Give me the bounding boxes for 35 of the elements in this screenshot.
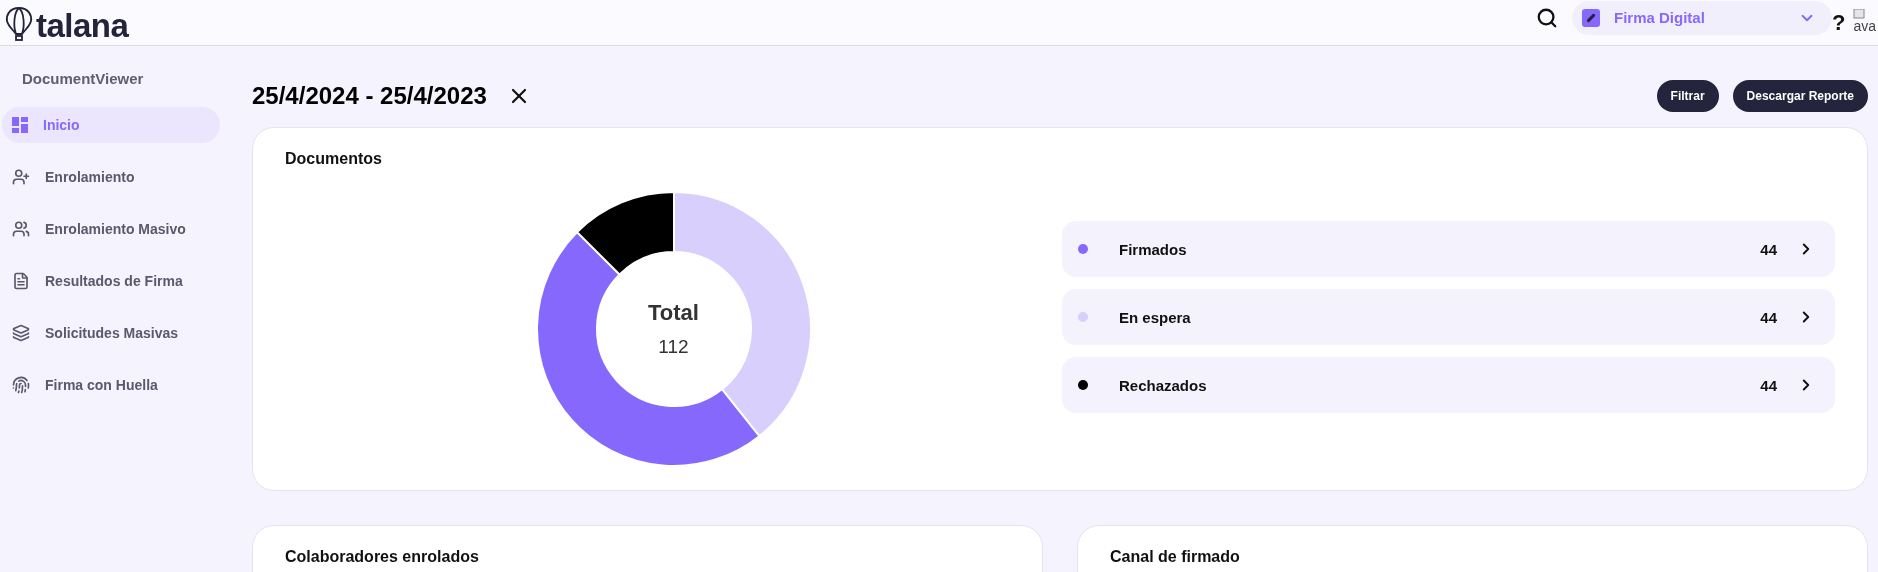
- pen-icon: [1581, 8, 1600, 27]
- sidebar-item[interactable]: Resultados de Firma: [2, 263, 220, 299]
- user-plus-icon: [12, 168, 30, 186]
- legend-count: 44: [1760, 240, 1777, 258]
- logo-text: talana: [36, 9, 129, 42]
- document-icon: [12, 272, 30, 290]
- legend-row[interactable]: Firmados 44: [1062, 221, 1835, 277]
- help-button[interactable]: ?: [1831, 9, 1846, 36]
- filter-button[interactable]: Filtrar: [1656, 80, 1719, 112]
- card-title: Colaboradores enrolados: [285, 548, 480, 566]
- balloon-icon: [4, 6, 34, 42]
- card-title: Documentos: [285, 150, 383, 168]
- legend-count: 44: [1760, 376, 1777, 394]
- total-value: 112: [658, 336, 689, 358]
- card-title: Canal de firmado: [1110, 548, 1241, 566]
- legend-row[interactable]: En espera 44: [1062, 289, 1835, 345]
- talana-logo[interactable]: talana: [4, 3, 129, 42]
- sidebar-item[interactable]: Firma con Huella: [2, 367, 220, 403]
- download-report-button[interactable]: Descargar Reporte: [1732, 80, 1868, 112]
- legend-row[interactable]: Rechazados 44: [1062, 357, 1835, 413]
- legend-label: Firmados: [1119, 240, 1187, 258]
- legend-label: Rechazados: [1119, 376, 1207, 394]
- fingerprint-icon: [12, 376, 30, 394]
- group-icon: [12, 220, 30, 238]
- date-range-title: 25/4/2024 - 25/4/2023: [252, 82, 487, 110]
- sidebar-item[interactable]: Enrolamiento Masivo: [2, 211, 220, 247]
- dashboard-icon: [12, 117, 28, 133]
- sidebar-item[interactable]: Solicitudes Masivas: [2, 315, 220, 351]
- total-label: Total: [648, 300, 699, 326]
- legend-count: 44: [1760, 308, 1777, 326]
- legend-label: En espera: [1119, 308, 1191, 326]
- search-icon[interactable]: [1535, 6, 1558, 29]
- sidebar-title: DocumentViewer: [21, 70, 145, 89]
- layers-icon: [12, 324, 30, 342]
- sidebar-item[interactable]: Enrolamiento: [2, 159, 220, 195]
